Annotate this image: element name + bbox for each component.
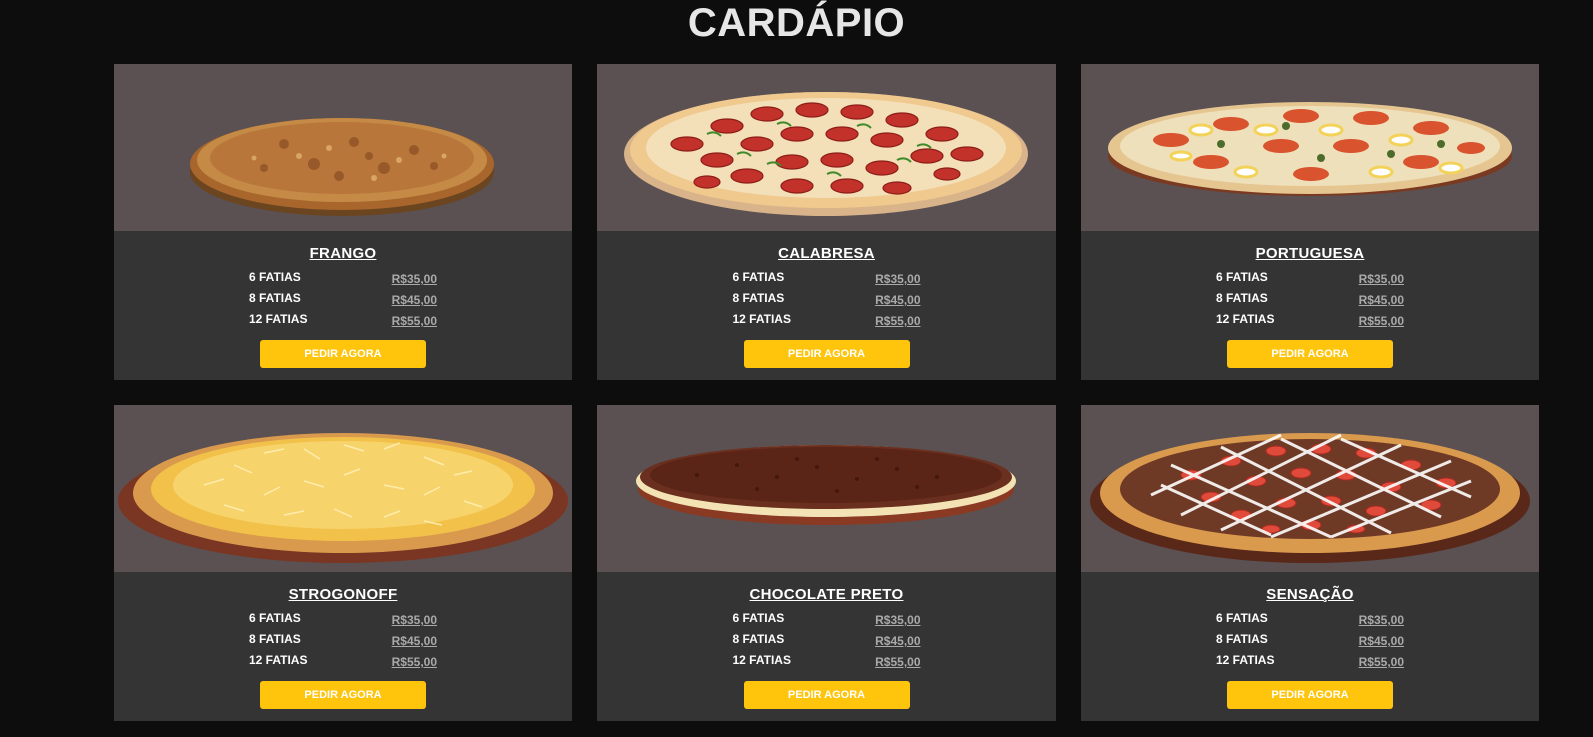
price-row: 6 FATIAS R$35,00 (1216, 611, 1404, 632)
price-row: 8 FATIAS R$45,00 (733, 291, 921, 312)
price-link[interactable]: R$55,00 (392, 655, 437, 674)
size-label: 8 FATIAS (249, 291, 301, 305)
order-now-button[interactable]: PEDIR AGORA (743, 681, 910, 709)
price-list: 6 FATIAS R$35,00 8 FATIAS R$45,00 12 FAT… (733, 270, 921, 333)
order-now-button[interactable]: PEDIR AGORA (1227, 340, 1393, 368)
menu-card: STROGONOFF 6 FATIAS R$35,00 8 FATIAS R$4… (114, 405, 572, 721)
price-row: 12 FATIAS R$55,00 (249, 653, 437, 674)
price-link[interactable]: R$45,00 (392, 293, 437, 312)
price-link[interactable]: R$35,00 (1359, 272, 1404, 291)
pizza-photo (597, 64, 1056, 231)
pizza-frango-image (190, 118, 494, 216)
size-label: 6 FATIAS (1216, 270, 1268, 284)
pizza-name: CALABRESA (778, 245, 875, 262)
size-label: 8 FATIAS (1216, 632, 1268, 646)
price-link[interactable]: R$35,00 (875, 272, 920, 291)
size-label: 12 FATIAS (732, 312, 791, 326)
size-label: 6 FATIAS (732, 611, 785, 625)
price-list: 6 FATIAS R$35,00 8 FATIAS R$45,00 12 FAT… (733, 611, 921, 674)
size-label: 6 FATIAS (732, 270, 785, 284)
size-label: 12 FATIAS (1216, 653, 1275, 667)
menu-card: CHOCOLATE PRETO 6 FATIAS R$35,00 8 FATIA… (597, 405, 1056, 721)
order-now-button[interactable]: PEDIR AGORA (260, 681, 426, 709)
price-row: 12 FATIAS R$55,00 (249, 312, 437, 333)
price-row: 8 FATIAS R$45,00 (249, 291, 437, 312)
price-list: 6 FATIAS R$35,00 8 FATIAS R$45,00 12 FAT… (249, 270, 437, 333)
pizza-sensacao-image (1090, 433, 1530, 563)
price-link[interactable]: R$45,00 (875, 293, 920, 312)
price-link[interactable]: R$55,00 (1359, 314, 1404, 333)
price-row: 8 FATIAS R$45,00 (249, 632, 437, 653)
price-row: 12 FATIAS R$55,00 (733, 653, 921, 674)
pizza-portuguesa-image (1108, 102, 1512, 196)
price-row: 6 FATIAS R$35,00 (733, 270, 921, 291)
price-row: 8 FATIAS R$45,00 (1216, 632, 1404, 653)
price-link[interactable]: R$35,00 (875, 613, 920, 632)
order-now-button[interactable]: PEDIR AGORA (260, 340, 426, 368)
size-label: 6 FATIAS (249, 270, 301, 284)
pizza-name: CHOCOLATE PRETO (749, 586, 904, 603)
price-row: 6 FATIAS R$35,00 (733, 611, 921, 632)
size-label: 12 FATIAS (732, 653, 791, 667)
price-link[interactable]: R$45,00 (1359, 634, 1404, 653)
size-label: 8 FATIAS (249, 632, 301, 646)
price-link[interactable]: R$35,00 (392, 272, 437, 291)
order-now-button[interactable]: PEDIR AGORA (1227, 681, 1393, 709)
size-label: 12 FATIAS (249, 312, 308, 326)
size-label: 8 FATIAS (732, 632, 785, 646)
price-row: 12 FATIAS R$55,00 (1216, 312, 1404, 333)
pizza-chocolate-preto-image (636, 445, 1016, 525)
price-link[interactable]: R$45,00 (392, 634, 437, 653)
price-link[interactable]: R$35,00 (392, 613, 437, 632)
price-row: 8 FATIAS R$45,00 (1216, 291, 1404, 312)
price-list: 6 FATIAS R$35,00 8 FATIAS R$45,00 12 FAT… (249, 611, 437, 674)
page-title: CARDÁPIO (687, 1, 906, 45)
size-label: 6 FATIAS (1216, 611, 1268, 625)
price-link[interactable]: R$55,00 (1359, 655, 1404, 674)
pizza-name: FRANGO (309, 245, 377, 262)
menu-card: FRANGO 6 FATIAS R$35,00 8 FATIAS R$45,00… (114, 64, 572, 380)
menu-page: CARDÁPIO FRANGO 6 FATIAS R$35,00 8 FATIA… (0, 0, 1593, 737)
price-link[interactable]: R$45,00 (875, 634, 920, 653)
menu-card: SENSAÇÃO 6 FATIAS R$35,00 8 FATIAS R$45,… (1081, 405, 1539, 721)
pizza-photo (1081, 64, 1539, 231)
order-now-button[interactable]: PEDIR AGORA (743, 340, 910, 368)
menu-grid: FRANGO 6 FATIAS R$35,00 8 FATIAS R$45,00… (114, 64, 1539, 721)
price-row: 12 FATIAS R$55,00 (733, 312, 921, 333)
price-link[interactable]: R$45,00 (1359, 293, 1404, 312)
price-row: 6 FATIAS R$35,00 (249, 611, 437, 632)
price-list: 6 FATIAS R$35,00 8 FATIAS R$45,00 12 FAT… (1216, 270, 1404, 333)
price-row: 12 FATIAS R$55,00 (1216, 653, 1404, 674)
pizza-name: SENSAÇÃO (1266, 586, 1354, 603)
pizza-name: STROGONOFF (288, 586, 398, 603)
menu-card: CALABRESA 6 FATIAS R$35,00 8 FATIAS R$45… (597, 64, 1056, 380)
price-link[interactable]: R$55,00 (875, 314, 920, 333)
size-label: 6 FATIAS (249, 611, 301, 625)
size-label: 8 FATIAS (1216, 291, 1268, 305)
pizza-strogonoff-image (118, 433, 568, 563)
size-label: 12 FATIAS (249, 653, 308, 667)
pizza-photo (114, 64, 572, 231)
price-row: 8 FATIAS R$45,00 (733, 632, 921, 653)
price-row: 6 FATIAS R$35,00 (249, 270, 437, 291)
pizza-name: PORTUGUESA (1255, 245, 1365, 262)
menu-card: PORTUGUESA 6 FATIAS R$35,00 8 FATIAS R$4… (1081, 64, 1539, 380)
price-row: 6 FATIAS R$35,00 (1216, 270, 1404, 291)
pizza-photo (114, 405, 572, 572)
price-link[interactable]: R$55,00 (392, 314, 437, 333)
price-list: 6 FATIAS R$35,00 8 FATIAS R$45,00 12 FAT… (1216, 611, 1404, 674)
pizza-calabresa-image (624, 92, 1028, 216)
pizza-photo (597, 405, 1056, 572)
price-link[interactable]: R$55,00 (875, 655, 920, 674)
price-link[interactable]: R$35,00 (1359, 613, 1404, 632)
size-label: 12 FATIAS (1216, 312, 1275, 326)
size-label: 8 FATIAS (732, 291, 785, 305)
pizza-photo (1081, 405, 1539, 572)
